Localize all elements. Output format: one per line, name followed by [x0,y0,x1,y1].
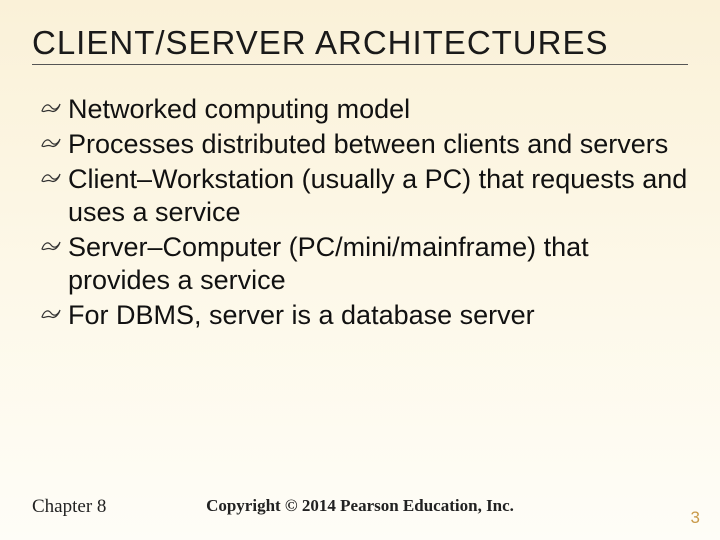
bullet-text: For DBMS, server is a database server [68,300,535,330]
slide: CLIENT/SERVER ARCHITECTURES Networked co… [0,0,720,540]
list-item: Processes distributed between clients an… [40,128,688,161]
scribble-bullet-icon [40,237,62,255]
list-item: Networked computing model [40,93,688,126]
bullet-text: Processes distributed between clients an… [68,129,668,159]
scribble-bullet-icon [40,99,62,117]
scribble-bullet-icon [40,134,62,152]
page-number: 3 [691,508,700,528]
list-item: Server–Computer (PC/mini/mainframe) that… [40,231,688,297]
bullet-list: Networked computing model Processes dist… [32,93,688,332]
scribble-bullet-icon [40,305,62,323]
list-item: For DBMS, server is a database server [40,299,688,332]
footer: Chapter 8 Copyright © 2014 Pearson Educa… [0,496,720,518]
list-item: Client–Workstation (usually a PC) that r… [40,163,688,229]
slide-title: CLIENT/SERVER ARCHITECTURES [32,24,688,65]
copyright-text: Copyright © 2014 Pearson Education, Inc. [206,496,514,516]
bullet-text: Client–Workstation (usually a PC) that r… [68,164,687,227]
bullet-text: Server–Computer (PC/mini/mainframe) that… [68,232,589,295]
bullet-text: Networked computing model [68,94,410,124]
chapter-label: Chapter 8 [32,496,106,518]
scribble-bullet-icon [40,169,62,187]
